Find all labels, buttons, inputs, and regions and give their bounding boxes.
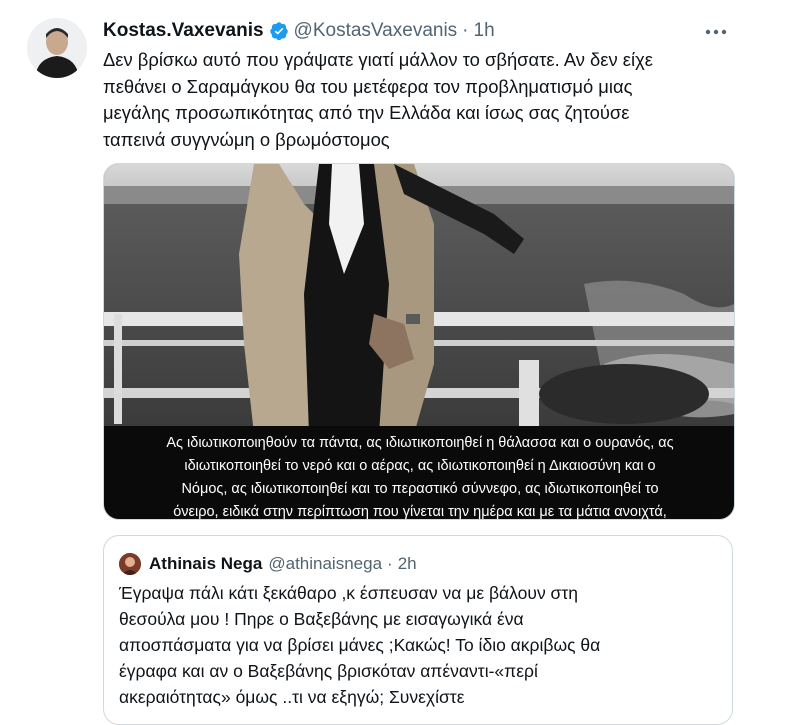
quoted-author-handle[interactable]: @athinaisnega [268,554,382,574]
author-avatar[interactable] [27,18,87,78]
quoted-tweet-text: Έγραψα πάλι κάτι ξεκάθαρο ,κ έσπευσαν να… [119,580,719,710]
caption-line: Νόμος, ας ιδιωτικοποιηθεί και το περαστι… [181,481,659,497]
quoted-text-line: Έγραψα πάλι κάτι ξεκάθαρο ,κ έσπευσαν να… [119,583,579,603]
quoted-avatar-image [119,553,141,575]
tweet-text-line: ταπεινά συγγνώμη ο βρωμόστομος [103,128,390,150]
author-name[interactable]: Kostas.Vaxevanis [103,20,264,42]
tweet-timestamp[interactable]: 1h [474,20,495,42]
quoted-text-line: αποσπάσματα για να βρίσει μάνες ;Κακώς! … [119,635,601,655]
quoted-text-line: ακεραιότητας» όμως ..τι να εξηγώ; Συνεχί… [119,687,465,707]
caption-line: Ας ιδιωτικοποιηθούν τα πάντα, ας ιδιωτικ… [166,435,674,451]
quoted-tweet-header: Athinais Nega @athinaisnega · 2h [149,551,417,577]
tweet-text-line: μεγάλης προσωπικότητας από την Ελλάδα κα… [103,102,630,123]
quoted-tweet-timestamp[interactable]: 2h [398,554,417,574]
quoted-tweet[interactable]: Athinais Nega @athinaisnega · 2h Έγραψα … [103,535,733,725]
tweet-text-line: Δεν βρίσκω αυτό που γράψατε γιατί μάλλον… [103,49,653,70]
author-handle[interactable]: @KostasVaxevanis [294,20,458,42]
tweet-header: Kostas.Vaxevanis @KostasVaxevanis · 1h [103,18,495,44]
separator-dot: · [462,20,469,41]
quoted-text-line: θεσούλα μου ! Πηρε ο Βαξεβάνης με εισαγω… [119,609,524,629]
caption-line: όνειρο, ειδικά στην περίπτωση που γίνετα… [173,504,667,520]
author-avatar-image [27,18,87,78]
verified-badge-icon [269,22,288,41]
tweet: Kostas.Vaxevanis @KostasVaxevanis · 1h Δ… [0,0,789,725]
quoted-author-name[interactable]: Athinais Nega [149,554,262,574]
separator-dot: · [387,554,393,573]
tweet-media-photo[interactable]: Ας ιδιωτικοποιηθούν τα πάντα, ας ιδιωτικ… [103,163,735,520]
caption-line: ιδιωτικοποιηθεί το νερό και ο αέρας, ας … [184,458,656,474]
quoted-author-avatar[interactable] [119,553,141,575]
more-icon [705,29,727,35]
tweet-text-line: πεθάνει ο Σαραμάγκου θα του μετέφερα τον… [103,75,633,97]
more-options-button[interactable] [702,22,730,42]
quoted-text-line: έγραφα και αν ο Βαξεβάνης βρισκόταν απέν… [119,661,538,681]
tweet-text: Δεν βρίσκω αυτό που γράψατε γιατί μάλλον… [103,47,743,153]
photo-caption: Ας ιδιωτικοποιηθούν τα πάντα, ας ιδιωτικ… [114,432,726,520]
